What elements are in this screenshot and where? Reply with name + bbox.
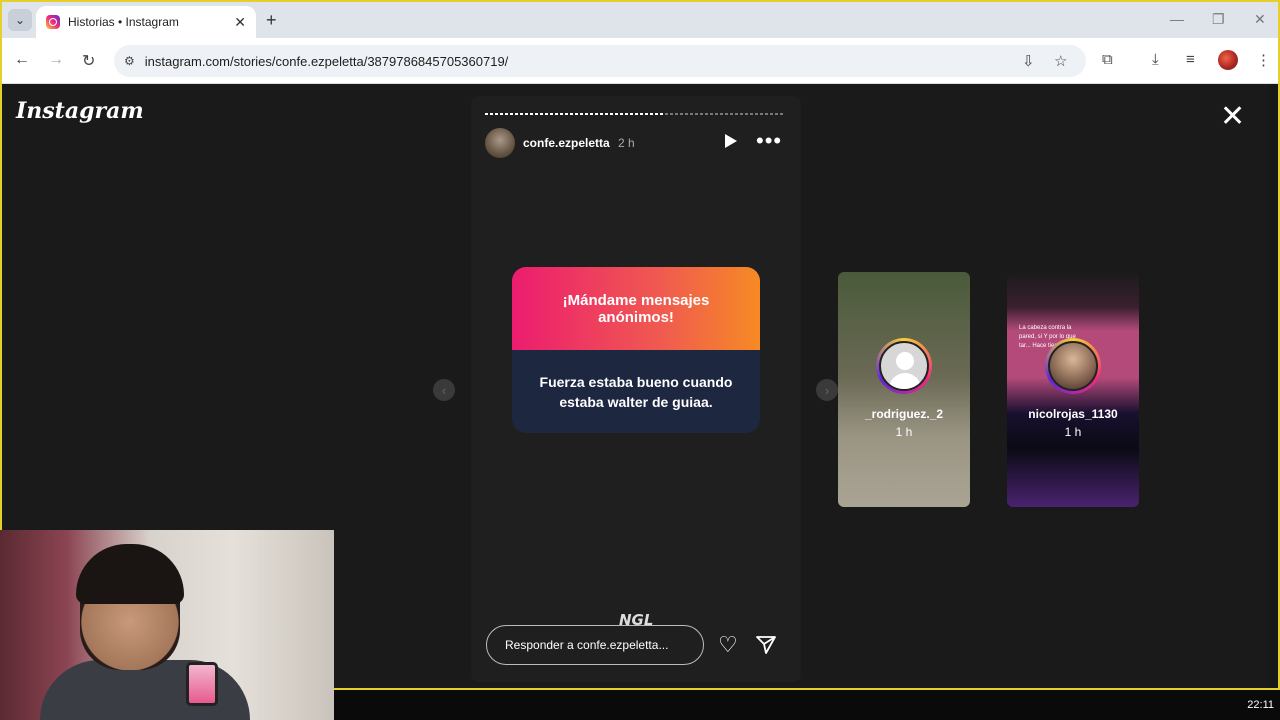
system-clock: 22:11 [1247, 699, 1274, 711]
instagram-logo[interactable]: Instagram [16, 98, 144, 124]
next-story-icon[interactable]: › [816, 379, 838, 401]
menu-kebab-icon[interactable]: ⋮ [1256, 51, 1271, 69]
webcam-phone [186, 662, 218, 706]
restore-icon[interactable]: ❐ [1212, 11, 1225, 28]
browser-toolbar: ← → ↻ ⚙ instagram.com/stories/confe.ezpe… [2, 38, 1278, 84]
send-icon[interactable] [756, 636, 776, 654]
url-text: instagram.com/stories/confe.ezpeletta/38… [144, 53, 509, 69]
heart-icon[interactable]: ♡ [718, 634, 738, 656]
ngl-card-title: ¡Mándame mensajes anónimos! [562, 291, 710, 326]
media-control-icon[interactable]: ≡ [1186, 51, 1195, 68]
ngl-card-body: Fuerza estaba bueno cuando estaba walter… [512, 350, 760, 433]
extensions-icon[interactable]: ⧉ [1102, 51, 1113, 68]
story-ring [1045, 338, 1101, 394]
instagram-favicon-icon [46, 15, 60, 29]
address-bar[interactable]: ⚙ instagram.com/stories/confe.ezpeletta/… [114, 45, 1086, 77]
browser-tab[interactable]: Historias • Instagram ✕ [36, 6, 256, 38]
preview-time: 1 h [895, 425, 913, 439]
tab-title: Historias • Instagram [68, 15, 179, 29]
story-progress-bar [485, 113, 785, 115]
bookmark-star-icon[interactable]: ☆ [1054, 52, 1067, 70]
site-info-icon[interactable]: ⚙ [124, 54, 135, 68]
story-username[interactable]: confe.ezpeletta [523, 136, 610, 150]
reply-placeholder: Responder a confe.ezpeletta... [505, 638, 669, 652]
reply-input[interactable]: Responder a confe.ezpeletta... [486, 625, 704, 665]
install-app-icon[interactable]: ⇩ [1022, 52, 1035, 70]
close-icon[interactable]: ✕ [1220, 102, 1245, 132]
avatar[interactable] [485, 128, 515, 158]
back-icon[interactable]: ← [14, 51, 30, 69]
ngl-card-header: ¡Mándame mensajes anónimos! [512, 267, 760, 350]
ngl-card-message: Fuerza estaba bueno cuando estaba walter… [539, 373, 733, 410]
taskbar: 22:11 [334, 688, 1280, 720]
window-close-icon[interactable]: ✕ [1254, 11, 1266, 28]
story-preview-rodriguez[interactable]: _rodriguez._2 1 h [838, 272, 970, 507]
forward-icon[interactable]: → [48, 51, 64, 69]
browser-tabbar: ⌄ Historias • Instagram ✕ + — ❐ ✕ [2, 2, 1278, 38]
story-time: 2 h [618, 136, 635, 150]
default-avatar-icon [879, 341, 929, 391]
story-panel[interactable]: confe.ezpeletta 2 h ••• ¡Mándame mensaje… [471, 96, 801, 682]
avatar [1048, 341, 1098, 391]
webcam-overlay [0, 530, 334, 720]
reload-icon[interactable]: ↻ [82, 51, 95, 71]
ngl-message-card: ¡Mándame mensajes anónimos! Fuerza estab… [512, 267, 760, 433]
story-preview-nicolrojas[interactable]: La cabeza contra la pared, si Y por lo q… [1007, 272, 1139, 507]
story-progress-fill [485, 113, 665, 115]
more-options-icon[interactable]: ••• [756, 128, 782, 154]
new-tab-icon[interactable]: + [266, 10, 277, 31]
tab-close-icon[interactable]: ✕ [234, 14, 246, 31]
preview-time: 1 h [1064, 425, 1082, 439]
tab-search-icon[interactable]: ⌄ [8, 9, 32, 31]
story-ring [876, 338, 932, 394]
downloads-icon[interactable]: ⤓ [1152, 51, 1159, 68]
previous-story-icon[interactable]: ‹ [433, 379, 455, 401]
play-icon[interactable] [725, 134, 737, 148]
profile-avatar[interactable] [1218, 50, 1238, 70]
webcam-person-hair [76, 544, 184, 604]
preview-username: _rodriguez._2 [864, 407, 944, 421]
preview-username: nicolrojas_1130 [1028, 407, 1118, 421]
minimize-icon[interactable]: — [1170, 11, 1184, 27]
